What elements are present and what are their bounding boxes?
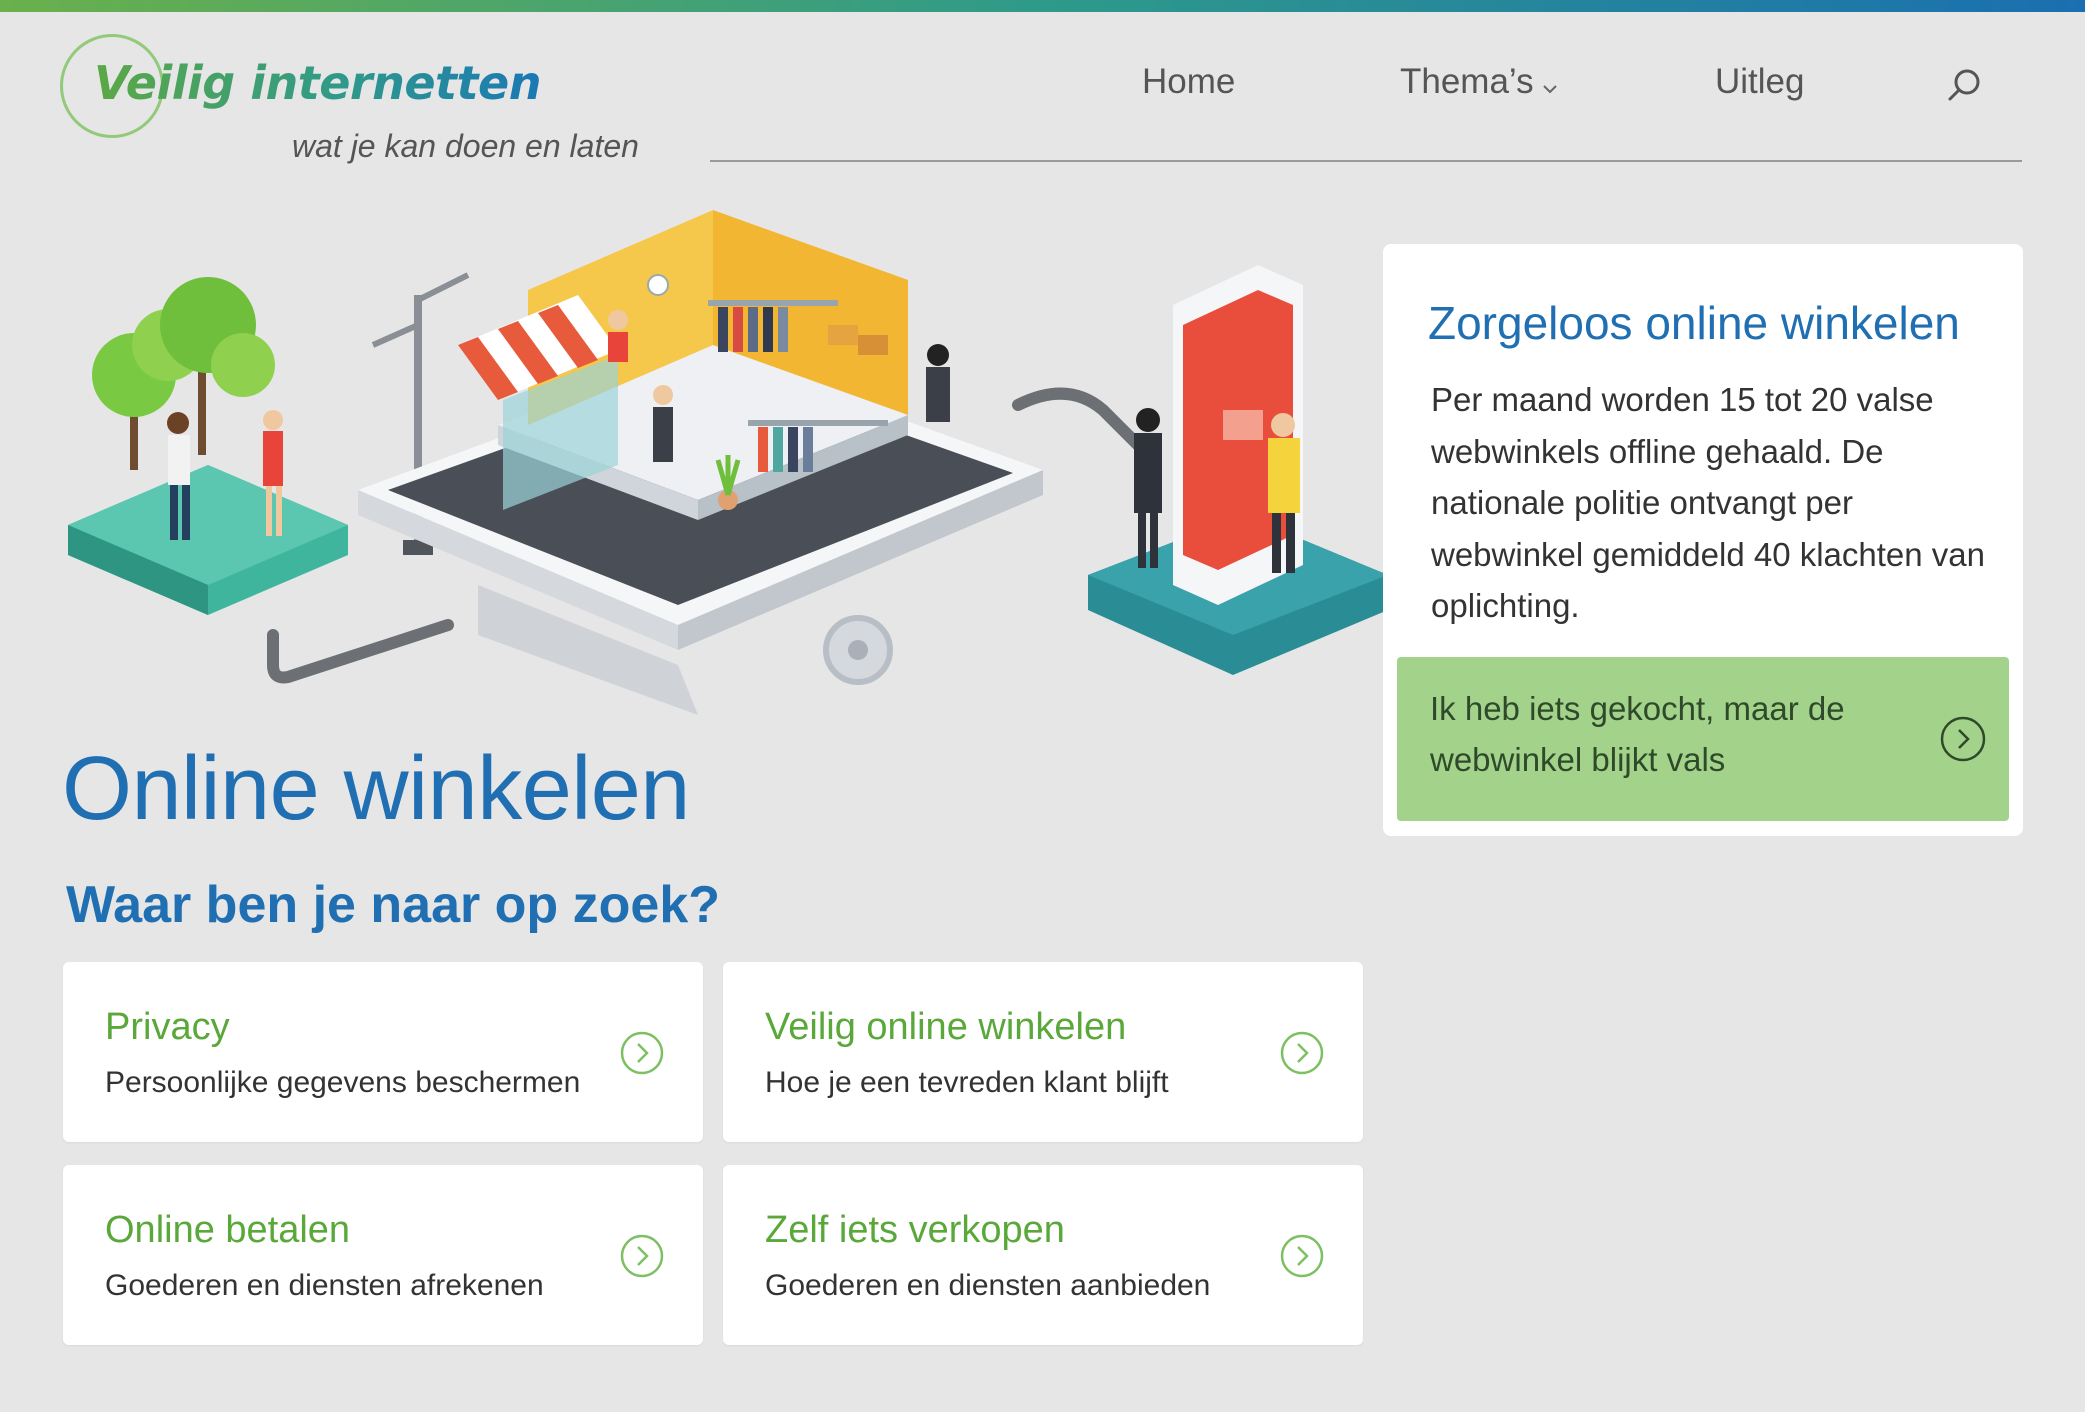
- chevron-right-circle-icon: [1279, 1030, 1325, 1076]
- topic-card-online-betalen[interactable]: Online betalen Goederen en diensten afre…: [63, 1165, 703, 1345]
- main-nav: Home Thema’s Uitleg: [1100, 62, 2000, 118]
- search-icon[interactable]: [1945, 66, 1985, 106]
- info-panel-body: Per maand worden 15 tot 20 valse webwink…: [1431, 381, 1986, 624]
- card-title: Zelf iets verkopen: [765, 1209, 1065, 1251]
- page: Veilig internetten wat je kan doen en la…: [0, 0, 2085, 1412]
- logo-title: Veilig internetten: [94, 56, 541, 110]
- info-panel: Zorgeloos online winkelen Per maand word…: [1383, 244, 2023, 836]
- topic-card-veilig-online-winkelen[interactable]: Veilig online winkelen Hoe je een tevred…: [723, 962, 1363, 1142]
- chevron-right-circle-icon: [619, 1030, 665, 1076]
- card-title: Privacy: [105, 1006, 230, 1048]
- page-title: Online winkelen: [62, 739, 690, 839]
- page-subtitle: Waar ben je naar op zoek?: [66, 876, 721, 934]
- nav-item-home[interactable]: Home: [1142, 62, 1235, 102]
- info-cta-label: Ik heb iets gekocht, maar de webwinkel b…: [1430, 690, 1845, 778]
- nav-item-themas[interactable]: Thema’s: [1400, 62, 1558, 104]
- card-title: Veilig online winkelen: [765, 1006, 1127, 1048]
- chevron-down-icon: [1542, 64, 1558, 104]
- top-accent-bar: [0, 0, 2085, 12]
- topic-card-zelf-iets-verkopen[interactable]: Zelf iets verkopen Goederen en diensten …: [723, 1165, 1363, 1345]
- card-subtitle: Persoonlijke gegevens beschermen: [105, 1066, 581, 1099]
- nav-divider: [710, 160, 2022, 162]
- chevron-right-circle-icon: [619, 1233, 665, 1279]
- topic-card-privacy[interactable]: Privacy Persoonlijke gegevens beschermen: [63, 962, 703, 1142]
- nav-item-uitleg[interactable]: Uitleg: [1715, 62, 1804, 102]
- chevron-right-circle-icon: [1279, 1233, 1325, 1279]
- hero-illustration: [58, 195, 1388, 720]
- fake-webshop-help-button[interactable]: Ik heb iets gekocht, maar de webwinkel b…: [1397, 657, 2009, 821]
- card-subtitle: Goederen en diensten aanbieden: [765, 1269, 1211, 1302]
- chevron-right-circle-icon: [1939, 715, 1987, 763]
- card-title: Online betalen: [105, 1209, 351, 1251]
- logo-tagline: wat je kan doen en laten: [292, 128, 639, 164]
- info-panel-title: Zorgeloos online winkelen: [1428, 297, 1960, 349]
- card-subtitle: Goederen en diensten afrekenen: [105, 1269, 544, 1302]
- card-subtitle: Hoe je een tevreden klant blijft: [765, 1066, 1169, 1099]
- site-logo[interactable]: Veilig internetten wat je kan doen en la…: [56, 30, 676, 180]
- nav-item-themas-label: Thema’s: [1400, 62, 1534, 101]
